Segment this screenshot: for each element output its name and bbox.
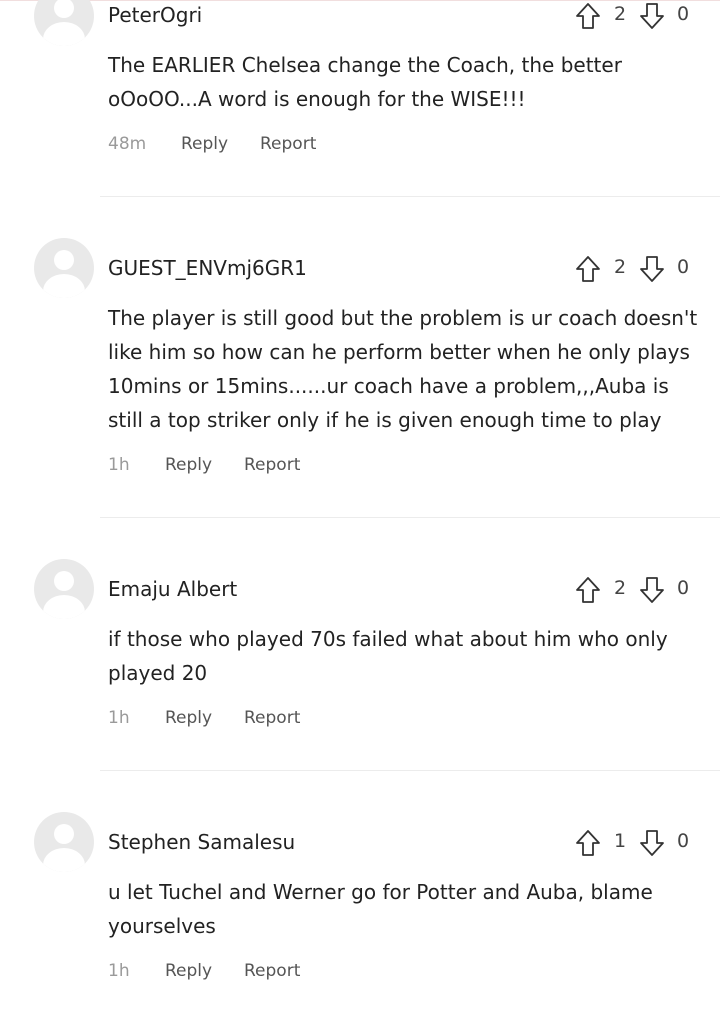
upvote-arrow-icon[interactable] xyxy=(574,254,602,284)
downvote-count: 0 xyxy=(677,830,690,852)
avatar-body-shape xyxy=(43,22,85,46)
downvote-arrow-icon[interactable] xyxy=(638,828,666,858)
downvote-count: 0 xyxy=(677,256,690,278)
vote-controls: 1 0 xyxy=(574,828,694,858)
reply-button[interactable]: Reply xyxy=(165,455,212,475)
comment-meta: 1h Reply Report xyxy=(108,961,300,981)
report-button[interactable]: Report xyxy=(244,708,300,728)
comment-divider xyxy=(100,517,720,518)
avatar-head-shape xyxy=(54,0,74,18)
upvote-count: 2 xyxy=(614,3,627,25)
comment-text: if those who played 70s failed what abou… xyxy=(108,627,668,685)
downvote-arrow-icon[interactable] xyxy=(638,254,666,284)
reply-button[interactable]: Reply xyxy=(165,708,212,728)
avatar-body-shape xyxy=(43,848,85,872)
report-button[interactable]: Report xyxy=(244,455,300,475)
comment-time: 1h xyxy=(108,961,130,981)
comment-username[interactable]: Emaju Albert xyxy=(108,577,237,601)
report-button[interactable]: Report xyxy=(244,961,300,981)
avatar-head-shape xyxy=(54,571,74,591)
vote-controls: 2 0 xyxy=(574,254,694,284)
comment-text: The EARLIER Chelsea change the Coach, th… xyxy=(108,53,622,111)
avatar-body-shape xyxy=(43,595,85,619)
comment-text: The player is still good but the problem… xyxy=(108,306,698,432)
avatar[interactable] xyxy=(34,238,94,298)
upvote-count: 1 xyxy=(614,830,627,852)
reply-button[interactable]: Reply xyxy=(165,961,212,981)
downvote-arrow-icon[interactable] xyxy=(638,1,666,31)
upvote-count: 2 xyxy=(614,577,627,599)
upvote-arrow-icon[interactable] xyxy=(574,1,602,31)
downvote-count: 0 xyxy=(677,3,690,25)
reply-button[interactable]: Reply xyxy=(181,134,228,154)
upvote-arrow-icon[interactable] xyxy=(574,575,602,605)
comment-username[interactable]: GUEST_ENVmj6GR1 xyxy=(108,256,307,280)
avatar-body-shape xyxy=(43,274,85,298)
avatar-head-shape xyxy=(54,250,74,270)
comment-meta: 48m Reply Report xyxy=(108,134,316,154)
avatar[interactable] xyxy=(34,0,94,46)
avatar[interactable] xyxy=(34,812,94,872)
upvote-arrow-icon[interactable] xyxy=(574,828,602,858)
avatar[interactable] xyxy=(34,559,94,619)
downvote-arrow-icon[interactable] xyxy=(638,575,666,605)
comment-username[interactable]: Stephen Samalesu xyxy=(108,830,295,854)
downvote-count: 0 xyxy=(677,577,690,599)
vote-controls: 2 0 xyxy=(574,575,694,605)
vote-controls: 2 0 xyxy=(574,1,694,31)
comment-username[interactable]: PeterOgri xyxy=(108,3,202,27)
upvote-count: 2 xyxy=(614,256,627,278)
comment-text: u let Tuchel and Werner go for Potter an… xyxy=(108,880,653,938)
comment-time: 1h xyxy=(108,708,130,728)
comment-divider xyxy=(100,770,720,771)
report-button[interactable]: Report xyxy=(260,134,316,154)
comment-meta: 1h Reply Report xyxy=(108,708,300,728)
comment-meta: 1h Reply Report xyxy=(108,455,300,475)
comment-time: 1h xyxy=(108,455,130,475)
comment-divider xyxy=(100,196,720,197)
comment-time: 48m xyxy=(108,134,147,154)
avatar-head-shape xyxy=(54,824,74,844)
